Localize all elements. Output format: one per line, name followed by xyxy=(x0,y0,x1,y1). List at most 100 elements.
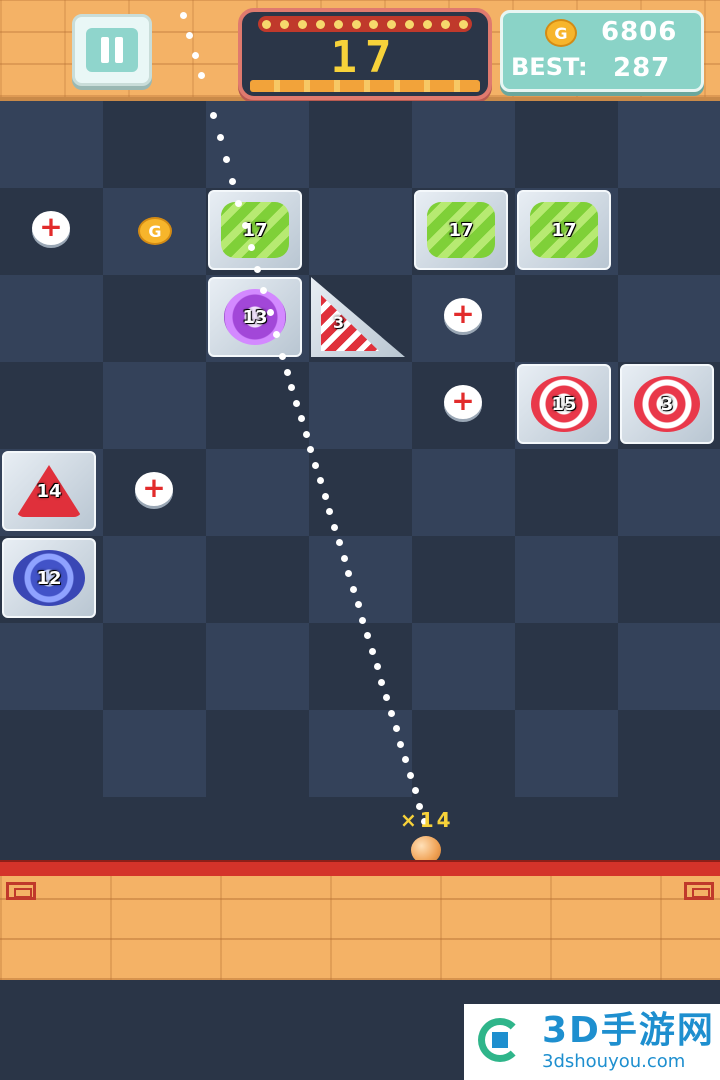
best-label: BEST: xyxy=(511,53,588,81)
aim-dot xyxy=(321,492,329,500)
candy-block-triangle: 14 xyxy=(2,451,96,531)
block-hit-count: 14 xyxy=(36,480,62,502)
aim-dot xyxy=(192,52,199,59)
aim-dot xyxy=(288,384,296,391)
aim-dot xyxy=(411,787,419,794)
floor-ornament xyxy=(6,882,36,900)
aim-dot xyxy=(392,725,400,732)
block-hit-count: 15 xyxy=(551,393,577,415)
aim-dot xyxy=(387,709,395,717)
aim-dot xyxy=(247,243,255,251)
aim-dot xyxy=(359,616,367,624)
board-cell xyxy=(309,362,412,449)
aim-dot xyxy=(198,72,205,79)
extra-ball-pickup: + xyxy=(135,472,173,506)
board-cell xyxy=(412,623,515,710)
ball-count: ×14 xyxy=(400,808,454,832)
aim-dot xyxy=(383,694,391,701)
floor xyxy=(0,876,720,980)
aim-dot xyxy=(316,477,324,484)
block-hit-count: 13 xyxy=(242,306,268,328)
board-cell xyxy=(206,449,309,536)
floor-ornament xyxy=(684,882,714,900)
aim-dot xyxy=(378,678,386,686)
aim-dot xyxy=(350,585,357,593)
pause-icon xyxy=(86,28,138,72)
aim-dot xyxy=(241,221,249,229)
board-cell xyxy=(103,536,206,623)
board-cell xyxy=(515,536,618,623)
block-hit-count: 3 xyxy=(333,313,345,332)
coin-icon: G xyxy=(545,19,577,47)
aim-dot xyxy=(302,430,310,438)
aim-dot xyxy=(331,523,339,531)
board-cell xyxy=(412,101,515,188)
aim-dot xyxy=(222,156,230,164)
aim-dot xyxy=(266,309,274,317)
watermark: 3D手游网 3dshouyou.com xyxy=(464,1004,720,1080)
level-panel: 17 xyxy=(238,8,492,100)
aim-dot xyxy=(335,539,343,546)
aim-dot xyxy=(283,368,291,376)
aim-dot xyxy=(340,554,348,562)
aim-dot xyxy=(354,601,362,608)
watermark-url: 3dshouyou.com xyxy=(542,1051,686,1072)
level-lights-decoration xyxy=(258,16,472,32)
board-cell xyxy=(103,362,206,449)
aim-dot xyxy=(312,461,320,469)
level-stripe-decoration xyxy=(250,80,480,92)
candy-block-green: 17 xyxy=(208,190,302,270)
aim-dot xyxy=(373,663,381,670)
board-cell xyxy=(0,101,103,188)
best-score-value: 287 xyxy=(613,53,671,83)
board-cell xyxy=(515,710,618,797)
aim-dot xyxy=(293,399,301,407)
board-cell xyxy=(309,536,412,623)
board-cell xyxy=(206,623,309,710)
block-hit-count: 3 xyxy=(660,393,674,415)
aim-dot xyxy=(402,756,410,763)
aim-dot xyxy=(279,353,286,360)
game-board[interactable]: + G 17 17 17 13 3 + + 15 3 14 + 12 xyxy=(0,101,720,861)
board-cell xyxy=(309,188,412,275)
block-hit-count: 17 xyxy=(448,219,474,241)
level-number: 17 xyxy=(330,32,400,83)
coins-value: 6806 xyxy=(601,17,678,47)
aim-dot xyxy=(297,415,305,422)
block-hit-count: 12 xyxy=(36,567,62,589)
aim-dot xyxy=(216,134,224,142)
aim-dot xyxy=(186,32,193,39)
aim-dot xyxy=(307,446,315,453)
aim-dot xyxy=(272,331,280,339)
board-cell xyxy=(618,623,720,710)
aim-dot xyxy=(254,265,261,273)
watermark-logo-icon xyxy=(470,1012,534,1072)
candy-block-green: 17 xyxy=(517,190,611,270)
top-bar: 17 G 6806 BEST: 287 xyxy=(0,0,720,101)
coin-pickup: G xyxy=(138,217,172,245)
board-cell xyxy=(206,101,309,188)
triangle-candy-block: 3 xyxy=(311,277,405,357)
board-cell xyxy=(309,710,412,797)
watermark-title: 3D手游网 xyxy=(542,1010,715,1051)
block-hit-count: 17 xyxy=(551,219,577,241)
board-cell xyxy=(618,101,720,188)
candy-block-green: 17 xyxy=(414,190,508,270)
aim-dot xyxy=(368,647,376,655)
board-cell xyxy=(0,275,103,362)
board-cell xyxy=(618,275,720,362)
aim-dot xyxy=(397,740,405,748)
extra-ball-pickup: + xyxy=(444,385,482,419)
extra-ball-pickup: + xyxy=(444,298,482,332)
score-panel: G 6806 BEST: 287 xyxy=(500,10,704,92)
pause-button[interactable] xyxy=(72,14,152,86)
extra-ball-pickup: + xyxy=(32,211,70,245)
candy-block-blue: 12 xyxy=(2,538,96,618)
aim-dot xyxy=(406,771,414,779)
candy-block-purple: 13 xyxy=(208,277,302,357)
candy-block-red: 15 xyxy=(517,364,611,444)
board-cell xyxy=(0,623,103,710)
aim-dot xyxy=(326,508,334,515)
board-cell xyxy=(412,449,515,536)
board-cell xyxy=(618,449,720,536)
